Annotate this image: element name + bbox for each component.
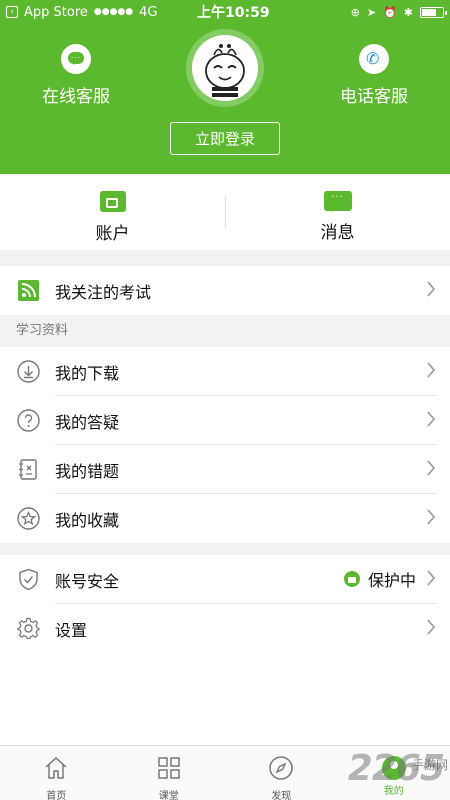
online-service-label: 在线客服 (42, 87, 110, 107)
answers-label: 我的答疑 (55, 413, 120, 432)
security-status: 保护中 (343, 567, 416, 591)
notebook-icon (19, 459, 37, 480)
list-item-downloads[interactable]: 我的下载 (0, 347, 450, 396)
account-label: 账户 (95, 224, 130, 244)
back-to-app-icon[interactable]: ‹ (6, 6, 18, 18)
mistakes-label: 我的错题 (55, 462, 120, 481)
star-icon (17, 507, 40, 530)
question-icon (17, 409, 40, 432)
compass-icon (269, 756, 293, 780)
chat-icon: ··· (61, 44, 91, 74)
section-title-study: 学习资料 (16, 323, 69, 338)
account-button[interactable]: 账户 (0, 174, 225, 250)
list-item-followed-exams[interactable]: 我关注的考试 (0, 266, 450, 315)
list-item-answers[interactable]: 我的答疑 (0, 396, 450, 445)
status-time: 上午10:59 (197, 5, 270, 21)
followed-exams-label: 我关注的考试 (55, 283, 152, 302)
phone-icon: ✆ (359, 44, 389, 74)
list-item-settings[interactable]: 设置 (0, 604, 450, 653)
divider (225, 196, 226, 228)
list-item-mistakes[interactable]: 我的错题 (0, 445, 450, 494)
tab-label: 课堂 (158, 791, 179, 800)
settings-label: 设置 (55, 621, 88, 640)
messages-button[interactable]: ··· 消息 (225, 174, 450, 250)
phone-service-button[interactable]: ✆ 电话客服 (319, 44, 429, 107)
list-item-account-security[interactable]: 账号安全 保护中 (0, 555, 450, 604)
alarm-icon: ⏰ (383, 5, 397, 19)
chevron-right-icon (427, 509, 436, 525)
tab-label: 发现 (271, 791, 292, 800)
study-materials-block: 我的下载 我的答疑 我的错题 我的收藏 (0, 347, 450, 543)
watermark-text: 手游网 (411, 758, 448, 772)
tab-home[interactable]: 首页 (0, 746, 113, 800)
tab-label: 首页 (46, 791, 67, 800)
status-app-label[interactable]: App Store (24, 5, 88, 20)
lock-icon (343, 571, 360, 587)
account-security-label: 账号安全 (55, 572, 120, 591)
message-icon: ··· (323, 191, 352, 212)
grid-icon (158, 757, 180, 779)
chevron-right-icon (427, 411, 436, 427)
rss-icon (18, 280, 39, 301)
profile-header: ··· 在线客服 ✆ 电话客服 立即登录 (0, 24, 450, 174)
location-icon: ➤ (366, 5, 377, 19)
chevron-right-icon (427, 570, 436, 586)
signal-icon: ●●●●● (93, 7, 134, 17)
login-button[interactable]: 立即登录 (170, 122, 280, 155)
followed-exams-block: 我关注的考试 (0, 266, 450, 315)
tab-classroom[interactable]: 课堂 (113, 746, 226, 800)
security-status-label: 保护中 (367, 571, 416, 590)
battery-icon (420, 6, 447, 18)
status-bar: ‹ App Store ●●●●● 4G 上午10:59 ⊕ ➤ ⏰ ✱ (0, 0, 450, 24)
quick-actions: 账户 ··· 消息 (0, 174, 450, 250)
bluetooth-icon: ✱ (403, 5, 413, 19)
empty-area (0, 653, 450, 745)
list-item-favorites[interactable]: 我的收藏 (0, 494, 450, 543)
messages-label: 消息 (320, 223, 355, 243)
gear-icon (17, 617, 40, 640)
tab-discover[interactable]: 发现 (225, 746, 338, 800)
chevron-right-icon (427, 362, 436, 378)
chevron-right-icon (427, 619, 436, 635)
phone-service-label: 电话客服 (340, 87, 408, 107)
downloads-label: 我的下载 (55, 364, 120, 383)
online-service-button[interactable]: ··· 在线客服 (21, 44, 131, 107)
wallet-icon (99, 191, 126, 212)
lock-rotation-icon: ⊕ (350, 5, 360, 19)
download-icon (17, 360, 40, 383)
chevron-right-icon (427, 281, 436, 297)
network-type: 4G (139, 4, 158, 20)
home-icon (45, 756, 67, 779)
chevron-right-icon (427, 460, 436, 476)
cartoon-avatar-icon (205, 44, 245, 97)
avatar[interactable] (186, 29, 264, 107)
shield-icon (19, 568, 38, 591)
account-settings-block: 账号安全 保护中 设置 (0, 555, 450, 653)
favorites-label: 我的收藏 (55, 511, 120, 530)
